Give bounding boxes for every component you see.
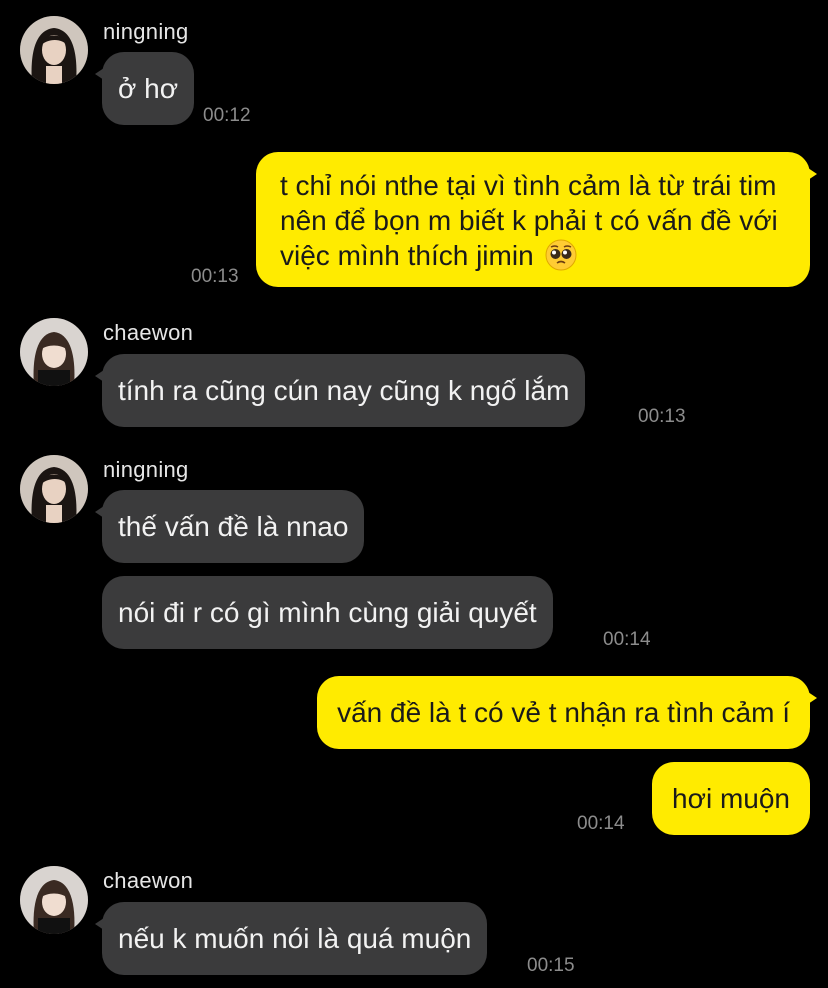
message-text: t chỉ nói nthe tại vì tình cảm là từ trá… xyxy=(280,170,778,271)
timestamp: 00:13 xyxy=(191,266,239,287)
sender-name: chaewon xyxy=(103,320,194,345)
timestamp: 00:12 xyxy=(203,105,251,126)
timestamp: 00:14 xyxy=(603,629,651,650)
message-bubble-incoming[interactable]: ở hơ xyxy=(94,52,195,125)
pleading-face-emoji xyxy=(545,239,577,271)
message-text: nói đi r có gì mình cùng giải quyết xyxy=(118,597,537,628)
message-bubble-outgoing[interactable]: hơi muộn xyxy=(652,762,810,835)
message-text: vấn đề là t có vẻ t nhận ra tình cảm í xyxy=(337,697,790,728)
avatar-ningning[interactable] xyxy=(20,16,88,84)
message-bubble-incoming[interactable]: thế vấn đề là nnao xyxy=(94,490,365,563)
timestamp: 00:14 xyxy=(577,813,625,834)
message-text: ở hơ xyxy=(118,73,179,104)
message-text: thế vấn đề là nnao xyxy=(118,511,349,542)
sender-name: chaewon xyxy=(103,868,194,893)
avatar-chaewon[interactable] xyxy=(20,318,88,386)
message-bubble-incoming[interactable]: tính ra cũng cún nay cũng k ngố lắm xyxy=(94,354,586,427)
avatar-ningning[interactable] xyxy=(20,455,88,523)
message-text: nếu k muốn nói là quá muộn xyxy=(118,923,472,954)
sender-name: ningning xyxy=(103,457,189,482)
message-bubble-incoming[interactable]: nói đi r có gì mình cùng giải quyết xyxy=(102,576,553,649)
message-text: tính ra cũng cún nay cũng k ngố lắm xyxy=(118,375,570,406)
message-text: hơi muộn xyxy=(672,783,790,814)
message-bubble-outgoing[interactable]: vấn đề là t có vẻ t nhận ra tình cảm í xyxy=(317,676,817,749)
avatar-chaewon[interactable] xyxy=(20,866,88,934)
message-bubble-outgoing[interactable]: t chỉ nói nthe tại vì tình cảm là từ trá… xyxy=(256,152,817,287)
message-bubble-incoming[interactable]: nếu k muốn nói là quá muộn xyxy=(94,902,488,975)
timestamp: 00:15 xyxy=(527,955,575,976)
sender-name: ningning xyxy=(103,19,189,44)
timestamp: 00:13 xyxy=(638,406,686,427)
